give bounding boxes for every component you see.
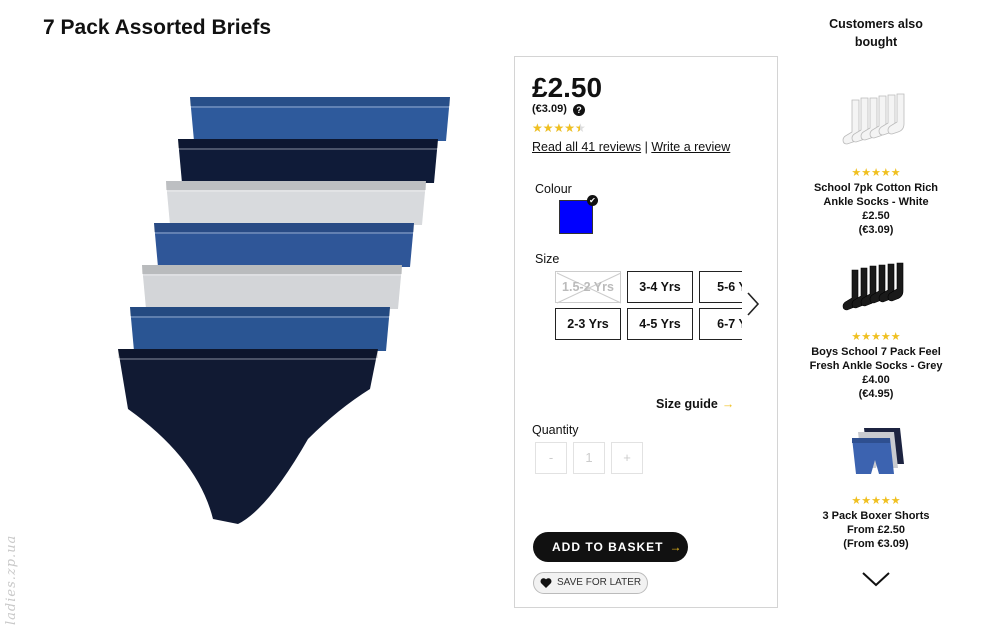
recommendation-stars: ★★★★★ xyxy=(851,331,901,343)
chevron-down-icon[interactable] xyxy=(860,570,892,588)
size-option-5-6[interactable]: 5-6 Y xyxy=(699,271,742,303)
add-to-basket-button[interactable]: ADD TO BASKET → xyxy=(533,532,688,562)
size-option-2-3[interactable]: 2-3 Yrs xyxy=(555,308,621,340)
recommendation-price-eur: (€3.09) xyxy=(858,224,894,236)
black-socks-icon xyxy=(842,262,904,311)
write-review-link[interactable]: Write a review xyxy=(651,140,730,154)
rating-stars-text: ★★★★★ ★★★★★ xyxy=(532,121,586,135)
recommendation-price-eur: (€4.95) xyxy=(858,388,894,400)
reviews-separator: | xyxy=(644,140,648,154)
size-guide-label: Size guide xyxy=(656,397,718,411)
brief-item xyxy=(190,97,450,141)
add-to-basket-label: ADD TO BASKET xyxy=(552,540,664,554)
white-socks-icon xyxy=(842,93,905,145)
recommendation-name: School 7pk Cotton Rich Ankle Socks - Whi… xyxy=(813,182,939,208)
quantity-increase-button[interactable]: + xyxy=(611,442,643,474)
recommendations-title: Customers also bought xyxy=(829,17,923,49)
watermark: ladies.zp.ua xyxy=(4,534,19,625)
rating-stars: ★★★★★ ★★★★★ xyxy=(532,121,586,135)
brief-item xyxy=(130,307,390,351)
recommendation-price: From £2.50 xyxy=(846,524,906,536)
brief-item xyxy=(154,223,414,267)
recommendation-name: Boys School 7 Pack Feel Fresh Ankle Sock… xyxy=(809,346,943,372)
quantity-label: Quantity xyxy=(532,423,579,437)
recommendation-item[interactable]: ★★★★★ School 7pk Cotton Rich Ankle Socks… xyxy=(806,92,946,237)
brief-item xyxy=(142,265,402,309)
heart-icon xyxy=(540,578,552,588)
page-title: 7 Pack Assorted Briefs xyxy=(43,16,271,39)
size-label: Size xyxy=(535,252,560,266)
reviews-row: Read all 41 reviews | Write a review xyxy=(532,140,730,154)
recommendation-stars: ★★★★★ xyxy=(851,167,901,179)
recommendation-stars: ★★★★★ xyxy=(851,495,901,507)
brief-item xyxy=(118,349,378,524)
boxer-shorts-icon xyxy=(852,428,904,474)
size-selector: 1.5-2 Yrs 3-4 Yrs 5-6 Y 2-3 Yrs 4-5 Yrs … xyxy=(555,271,742,345)
recommendation-item[interactable]: ★★★★★ 3 Pack Boxer Shorts From £2.50 (Fr… xyxy=(806,420,946,551)
recommendation-item[interactable]: ★★★★★ Boys School 7 Pack Feel Fresh Ankl… xyxy=(806,256,946,401)
colour-swatch-blue[interactable] xyxy=(559,200,593,234)
recommendation-price: £4.00 xyxy=(862,374,890,386)
quantity-decrease-button[interactable]: - xyxy=(535,442,567,474)
read-reviews-link[interactable]: Read all 41 reviews xyxy=(532,140,641,154)
recommendation-name: 3 Pack Boxer Shorts xyxy=(822,510,930,522)
size-option-label: 1.5-2 Yrs xyxy=(562,280,614,294)
colour-label: Colour xyxy=(535,182,572,196)
size-option-6-7[interactable]: 6-7 Y xyxy=(699,308,742,340)
recommendation-price: £2.50 xyxy=(862,210,890,222)
selected-check-icon: ✔ xyxy=(587,195,598,206)
size-guide-link[interactable]: Size guide → xyxy=(656,397,734,411)
size-option-3-4[interactable]: 3-4 Yrs xyxy=(627,271,693,303)
help-icon[interactable]: ? xyxy=(573,104,585,116)
price-eur: (€3.09) xyxy=(532,103,567,115)
product-image xyxy=(118,97,450,524)
rating-stars-fill: ★★★★★ xyxy=(532,121,580,135)
brief-item xyxy=(166,181,426,225)
arrow-right-icon: → xyxy=(721,397,735,411)
size-option-1-5-2[interactable]: 1.5-2 Yrs xyxy=(555,271,622,304)
brief-item xyxy=(178,139,438,183)
recommendation-price-eur: (From €3.09) xyxy=(843,538,909,550)
arrow-right-icon: → xyxy=(669,540,683,554)
size-option-4-5[interactable]: 4-5 Yrs xyxy=(627,308,693,340)
price: £2.50 xyxy=(532,72,603,103)
chevron-right-icon[interactable] xyxy=(746,291,760,317)
quantity-input[interactable]: 1 xyxy=(573,442,605,474)
